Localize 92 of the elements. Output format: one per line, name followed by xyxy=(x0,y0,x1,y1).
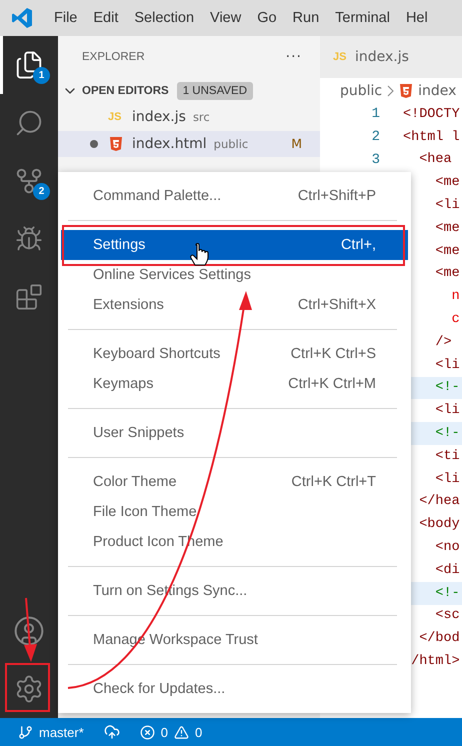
menu-bar-item[interactable]: Run xyxy=(284,10,328,26)
js-file-icon: JS xyxy=(333,51,349,63)
html-file-icon xyxy=(108,136,124,152)
editor-tab[interactable]: JS index.js xyxy=(320,36,462,78)
section-title[interactable]: OPEN EDITORS xyxy=(82,85,169,97)
code-text: c xyxy=(450,312,460,328)
code-text: <me xyxy=(434,266,460,282)
menu-item[interactable]: Extensions Ctrl+Shift+X xyxy=(61,290,408,320)
warning-count: 0 xyxy=(195,724,202,740)
menu-item[interactable]: File Icon Theme xyxy=(61,497,408,527)
code-text: <hea xyxy=(418,152,452,168)
menu-bar-item[interactable]: Edit xyxy=(85,10,126,26)
code-text: </hea xyxy=(418,494,460,510)
folder-name: public xyxy=(214,136,250,151)
menu-bar-item[interactable]: View xyxy=(202,10,250,26)
code-text: <!- xyxy=(434,426,460,442)
code-text: <li xyxy=(434,358,460,373)
code-text: <ti xyxy=(434,448,460,464)
code-text: <body xyxy=(418,517,460,532)
cloud-upload-icon[interactable] xyxy=(104,724,120,740)
warning-icon xyxy=(174,724,190,740)
git-status: M xyxy=(291,136,302,152)
menu-item[interactable]: Color Theme Ctrl+K Ctrl+T xyxy=(61,467,408,497)
menu-bar-item[interactable]: Terminal xyxy=(327,10,398,26)
file-name: index.html xyxy=(132,136,207,152)
hand-cursor-icon xyxy=(190,243,208,266)
code-text: <me xyxy=(434,175,460,190)
menu-item[interactable]: Settings Ctrl+, xyxy=(61,230,408,260)
code-text: <html l xyxy=(403,130,460,145)
menu-item[interactable]: User Snippets xyxy=(61,418,408,448)
open-editor-item[interactable]: JS index.js src xyxy=(58,104,320,130)
code-text: <li xyxy=(434,198,460,214)
count-badge: 1 xyxy=(33,67,50,84)
breadcrumb-item[interactable]: index xyxy=(418,82,456,98)
app-logo-icon xyxy=(10,6,34,30)
code-text: <!- xyxy=(434,380,460,396)
branch-icon xyxy=(18,724,33,740)
menu-bar-item[interactable]: Selection xyxy=(126,10,202,26)
code-text: /> xyxy=(434,334,452,350)
code-text: <sc xyxy=(434,608,460,624)
line-number: 2 xyxy=(370,129,380,146)
branch-name[interactable]: master* xyxy=(39,724,84,740)
account-icon xyxy=(13,615,45,647)
chevron-icon xyxy=(386,84,394,96)
bug-icon xyxy=(15,225,43,253)
menu-bar-item[interactable]: Hel xyxy=(398,10,436,26)
error-icon xyxy=(140,724,155,740)
code-text: <!DOCTY xyxy=(403,106,460,122)
settings-icon xyxy=(14,674,44,704)
extensions-icon xyxy=(15,283,43,311)
activity-bar-button[interactable]: 2 xyxy=(0,152,58,210)
code-text: /html> xyxy=(410,654,460,670)
html-file-icon xyxy=(398,82,414,98)
branch-icon xyxy=(14,166,44,196)
shortcut-text: Ctrl+K Ctrl+M xyxy=(288,376,376,392)
shortcut-text: Ctrl+Shift+X xyxy=(298,297,376,313)
highlight-frame xyxy=(5,663,50,712)
code-text: n xyxy=(450,289,460,304)
unsaved-badge: 1 UNSAVED xyxy=(176,82,254,100)
menu-item[interactable]: Keymaps Ctrl+K Ctrl+M xyxy=(61,369,408,399)
breadcrumb-item[interactable]: public xyxy=(340,82,382,98)
shortcut-text: Ctrl+Shift+P xyxy=(298,188,376,204)
shortcut-text: Ctrl+K Ctrl+S xyxy=(290,346,376,362)
code-text: <!- xyxy=(434,586,460,601)
js-file-icon: JS xyxy=(108,111,124,124)
menu-bar-item[interactable]: Go xyxy=(249,10,285,26)
code-text: <me xyxy=(434,220,460,236)
code-text: </bod xyxy=(418,631,460,646)
line-number: 1 xyxy=(370,106,380,122)
error-count: 0 xyxy=(160,724,168,740)
menu-item[interactable]: Command Palette... Ctrl+Shift+P xyxy=(61,181,408,211)
folder-name: src xyxy=(192,110,211,124)
code-text: <li xyxy=(434,472,460,487)
line-number: 3 xyxy=(370,152,380,168)
menu-item[interactable]: Online Services Settings xyxy=(61,260,408,290)
code-text: <di xyxy=(434,562,460,578)
menu-bar-item[interactable]: File xyxy=(46,10,86,26)
menu-item[interactable]: Check for Updates... xyxy=(61,674,408,704)
open-editor-item[interactable]: index.html public M xyxy=(58,130,320,157)
code-text: <no xyxy=(434,540,460,556)
search-icon xyxy=(14,108,44,138)
code-text: <li xyxy=(434,403,460,418)
code-text: <me xyxy=(434,244,460,259)
files-icon xyxy=(14,50,44,80)
count-badge: 2 xyxy=(33,183,50,200)
annotation-arrow xyxy=(24,598,37,662)
more-actions-button[interactable]: ··· xyxy=(286,49,302,65)
file-name: index.js xyxy=(132,109,186,126)
menu-item[interactable]: Keyboard Shortcuts Ctrl+K Ctrl+S xyxy=(61,339,408,369)
sidebar-title: EXPLORER xyxy=(82,51,145,63)
shortcut-text: Ctrl+, xyxy=(340,237,376,253)
shortcut-text: Ctrl+K Ctrl+T xyxy=(291,474,376,490)
